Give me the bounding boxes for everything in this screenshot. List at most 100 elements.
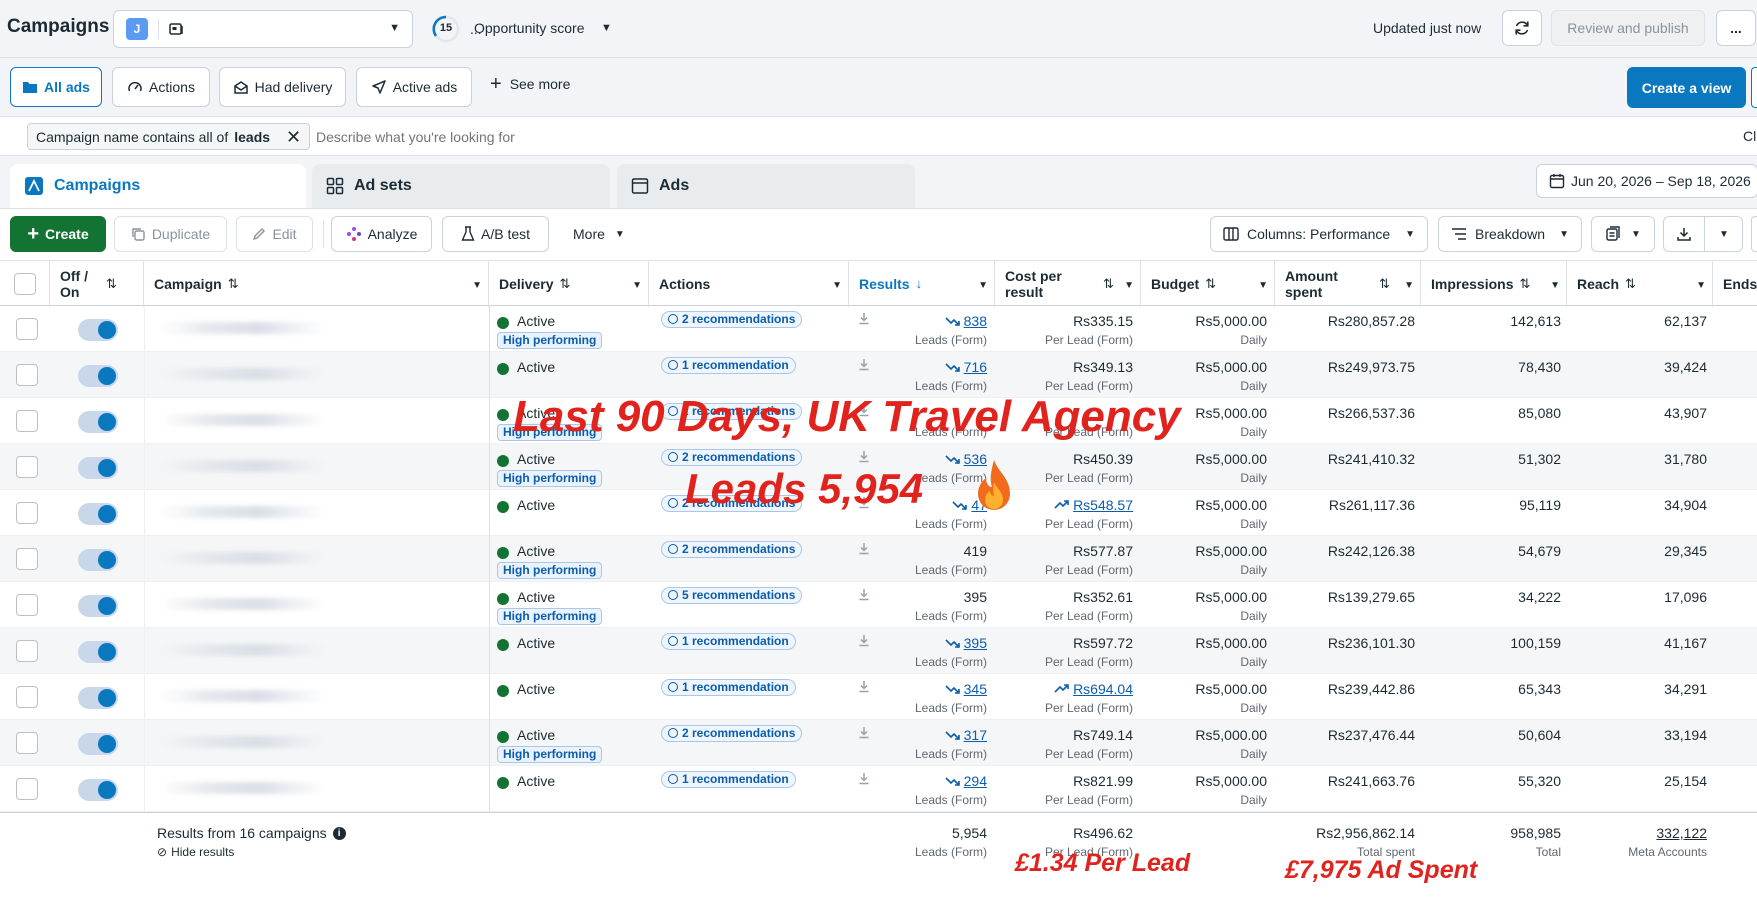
header-delivery[interactable]: Delivery ⇅ ▼: [489, 261, 649, 307]
recommendations-badge[interactable]: 1 recommendation: [661, 679, 796, 696]
recommendations-badge[interactable]: 2 recommendations: [661, 541, 803, 558]
campaign-toggle[interactable]: [78, 595, 118, 617]
cost-value[interactable]: Rs548.57: [1054, 497, 1133, 513]
table-row[interactable]: Active High performing 2 recommendations 83…: [0, 306, 1757, 352]
opportunity-score-label[interactable]: Opportunity score: [474, 20, 585, 36]
columns-dropdown[interactable]: Columns: Performance ▼: [1210, 216, 1428, 252]
filter-chip[interactable]: Campaign name contains all of leads ✕: [27, 123, 311, 150]
campaign-name-redacted[interactable]: [160, 598, 325, 610]
account-selector[interactable]: J ... ▼: [113, 10, 482, 48]
results-value[interactable]: 345: [945, 681, 987, 697]
download-icon[interactable]: [858, 634, 870, 648]
download-icon[interactable]: [858, 450, 870, 464]
sort-icon[interactable]: ⇅: [1205, 276, 1216, 292]
summary-reach[interactable]: 332,122: [1656, 825, 1707, 841]
table-row[interactable]: Active High performing 5 recommendations 39…: [0, 582, 1757, 628]
row-checkbox[interactable]: [16, 594, 38, 616]
download-icon[interactable]: [858, 542, 870, 556]
campaign-toggle[interactable]: [78, 503, 118, 525]
chevron-down-icon[interactable]: ▼: [1696, 278, 1706, 294]
campaign-toggle[interactable]: [78, 319, 118, 341]
row-checkbox[interactable]: [16, 640, 38, 662]
clear-filters-link[interactable]: Cl: [1743, 128, 1756, 144]
recommendations-badge[interactable]: 1 recommendation: [661, 771, 796, 788]
date-range-picker[interactable]: Jun 20, 2026 – Sep 18, 2026: [1536, 164, 1757, 198]
campaign-toggle[interactable]: [78, 687, 118, 709]
chevron-down-icon[interactable]: ▼: [632, 278, 642, 294]
download-icon[interactable]: [858, 312, 870, 326]
recommendations-badge[interactable]: 2 recommendations: [661, 725, 803, 742]
sort-icon[interactable]: ⇅: [1519, 276, 1530, 292]
refresh-button[interactable]: [1502, 10, 1542, 46]
chevron-down-icon[interactable]: ▼: [601, 22, 612, 34]
view-had-delivery[interactable]: Had delivery: [219, 67, 346, 107]
row-checkbox[interactable]: [16, 548, 38, 570]
header-actions[interactable]: Actions ▼: [649, 261, 849, 307]
campaign-name-redacted[interactable]: [160, 460, 325, 472]
row-checkbox[interactable]: [16, 502, 38, 524]
row-checkbox[interactable]: [16, 456, 38, 478]
create-view-button[interactable]: Create a view: [1627, 67, 1746, 108]
header-campaign[interactable]: Campaign ⇅ ▼: [144, 261, 489, 307]
header-ends[interactable]: Ends: [1713, 261, 1757, 307]
sort-icon[interactable]: ⇅: [559, 276, 570, 292]
row-checkbox[interactable]: [16, 732, 38, 754]
create-button[interactable]: + Create: [10, 216, 106, 252]
campaign-name-redacted[interactable]: [160, 690, 325, 702]
results-value[interactable]: 317: [945, 727, 987, 743]
tab-campaigns[interactable]: Campaigns: [10, 164, 306, 208]
close-icon[interactable]: ✕: [286, 128, 301, 146]
header-impressions[interactable]: Impressions ⇅ ▼: [1421, 261, 1567, 307]
table-row[interactable]: Active 1 recommendation 294 Leads (Form) Rs8…: [0, 766, 1757, 812]
results-value[interactable]: 395: [945, 635, 987, 651]
opportunity-score-gauge[interactable]: 15: [432, 15, 460, 43]
campaign-name-redacted[interactable]: [160, 552, 325, 564]
sort-icon[interactable]: ⇅: [1379, 276, 1390, 292]
header-reach[interactable]: Reach ⇅ ▼: [1567, 261, 1713, 307]
edit-button[interactable]: Edit: [236, 216, 313, 252]
recommendations-badge[interactable]: 1 recommendation: [661, 357, 796, 374]
view-menu-edge[interactable]: [1751, 67, 1757, 108]
campaign-toggle[interactable]: [78, 365, 118, 387]
download-icon[interactable]: [858, 358, 870, 372]
row-checkbox[interactable]: [16, 778, 38, 800]
budget-value[interactable]: Rs5,000.00: [1195, 727, 1267, 743]
chevron-down-icon[interactable]: ▼: [1550, 278, 1560, 294]
table-row[interactable]: Active 1 recommendation 345 Leads (Form) Rs6…: [0, 674, 1757, 720]
header-off-on[interactable]: Off / On ⇅: [50, 261, 144, 307]
header-results[interactable]: Results ↓ ▼: [849, 261, 995, 307]
recommendations-badge[interactable]: 2 recommendations: [661, 311, 803, 328]
campaign-name-redacted[interactable]: [160, 644, 325, 656]
sort-icon[interactable]: ⇅: [1625, 276, 1636, 292]
campaign-toggle[interactable]: [78, 549, 118, 571]
campaign-name-redacted[interactable]: [160, 414, 325, 426]
campaign-name-redacted[interactable]: [160, 782, 325, 794]
toolbar-overflow-edge[interactable]: [1751, 216, 1757, 252]
row-checkbox[interactable]: [16, 410, 38, 432]
budget-value[interactable]: Rs5,000.00: [1195, 313, 1267, 329]
budget-value[interactable]: Rs5,000.00: [1195, 681, 1267, 697]
row-checkbox[interactable]: [16, 318, 38, 340]
campaign-toggle[interactable]: [78, 457, 118, 479]
chevron-down-icon[interactable]: ▼: [978, 278, 988, 294]
download-icon[interactable]: [858, 680, 870, 694]
campaign-name-redacted[interactable]: [160, 322, 325, 334]
recommendations-badge[interactable]: 5 recommendations: [661, 587, 803, 604]
chevron-down-icon[interactable]: ▼: [1404, 278, 1414, 294]
sort-icon[interactable]: ⇅: [228, 276, 239, 292]
reports-dropdown[interactable]: ▼: [1591, 216, 1655, 252]
campaign-name-redacted[interactable]: [160, 736, 325, 748]
budget-value[interactable]: Rs5,000.00: [1195, 497, 1267, 513]
budget-value[interactable]: Rs5,000.00: [1195, 405, 1267, 421]
row-checkbox[interactable]: [16, 686, 38, 708]
sort-desc-icon[interactable]: ↓: [916, 276, 923, 292]
header-amount-spent[interactable]: Amount spent ⇅ ▼: [1275, 261, 1421, 307]
breakdown-dropdown[interactable]: Breakdown ▼: [1438, 216, 1582, 252]
table-row[interactable]: Active High performing 2 recommendations 41…: [0, 536, 1757, 582]
budget-value[interactable]: Rs5,000.00: [1195, 359, 1267, 375]
duplicate-button[interactable]: Duplicate: [114, 216, 227, 252]
header-budget[interactable]: Budget ⇅ ▼: [1141, 261, 1275, 307]
search-input[interactable]: [316, 123, 1616, 150]
tab-ads[interactable]: Ads: [617, 164, 915, 208]
ab-test-button[interactable]: A/B test: [442, 216, 549, 252]
